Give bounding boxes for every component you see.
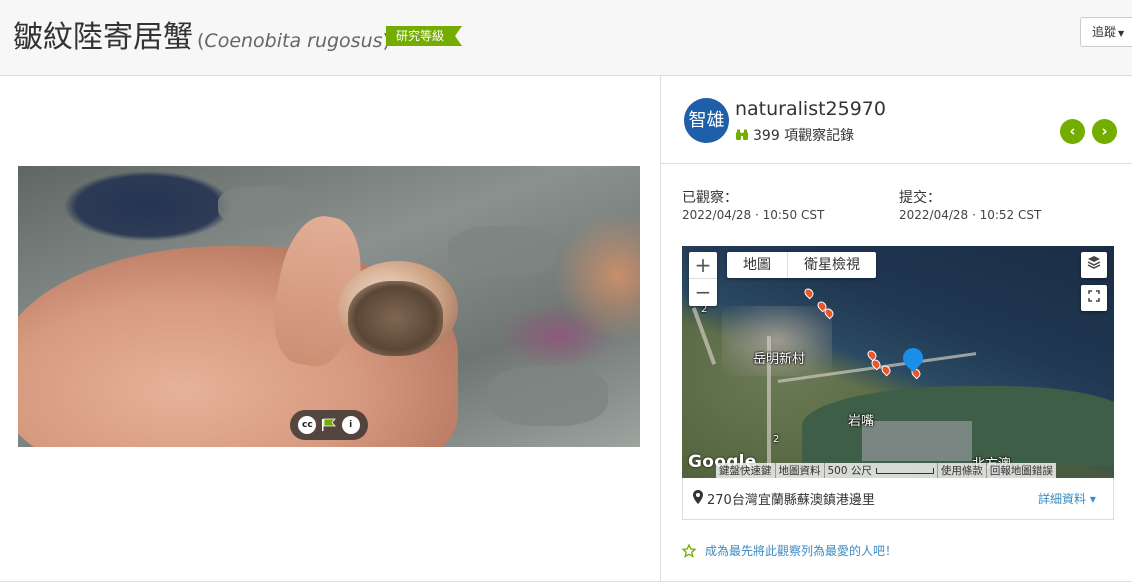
photo-rock xyxy=(488,366,608,426)
fullscreen-icon-glyph xyxy=(1088,290,1100,302)
flag-icon[interactable] xyxy=(321,418,337,432)
favorite-link[interactable]: 成為最先將此觀察列為最愛的人吧！ xyxy=(682,542,897,559)
observer-section: 智雄 naturalist25970 399 項觀察記錄 ‹ › xyxy=(661,76,1132,164)
map-pin-icon xyxy=(693,490,703,504)
keyboard-shortcuts-link[interactable]: 鍵盤快速鍵 xyxy=(716,463,776,478)
road-shield: 2 xyxy=(773,434,780,445)
scientific-name[interactable]: Coenobita rugosus xyxy=(204,30,382,52)
scale-bar xyxy=(875,468,934,474)
photo-rock xyxy=(448,226,558,276)
observer-name[interactable]: naturalist25970 xyxy=(735,98,886,120)
submitted-label: 提交： xyxy=(899,190,941,206)
layers-icon-glyph xyxy=(1087,256,1101,269)
report-map-error-link[interactable]: 回報地圖錯誤 xyxy=(987,463,1056,478)
photo-rock xyxy=(218,186,308,226)
observation-count-text: 399 項觀察記錄 xyxy=(753,128,855,144)
info-icon[interactable]: i xyxy=(341,416,360,434)
map-type-satellite-button[interactable]: 衛星檢視 xyxy=(788,252,876,278)
map-attribution: 鍵盤快速鍵 地圖資料 500 公尺 使用條款 回報地圖錯誤 xyxy=(716,463,1056,478)
fullscreen-icon[interactable] xyxy=(1081,285,1107,311)
map-type-toggle: 地圖 衛星檢視 xyxy=(727,252,876,278)
observation-photo[interactable]: cc i xyxy=(18,166,640,447)
details-panel: 智雄 naturalist25970 399 項觀察記錄 ‹ › 已觀察： 20… xyxy=(660,76,1132,582)
chevron-down-icon: ▼ xyxy=(1118,29,1125,38)
zoom-controls: + − xyxy=(689,252,717,306)
observed-date: 2022/04/28 · 10:50 CST xyxy=(682,208,825,222)
photo-crab xyxy=(348,281,443,356)
quality-grade-badge: 研究等級 xyxy=(386,26,462,46)
location-details-link[interactable]: 詳細資料 ▾ xyxy=(1038,490,1096,507)
terms-link[interactable]: 使用條款 xyxy=(938,463,987,478)
location-map[interactable]: 岳明新村 岩嘴 北方澳 2 2 + − 地圖 衛星檢視 Google 鍵盤快速鍵… xyxy=(682,246,1114,478)
location-text: 270台灣宜蘭縣蘇澳鎮港邊里 xyxy=(707,493,875,508)
layers-icon[interactable] xyxy=(1081,252,1107,278)
map-data-link[interactable]: 地圖資料 xyxy=(776,463,825,478)
follow-button[interactable]: 追蹤 ▼ xyxy=(1080,17,1132,47)
observation-count[interactable]: 399 項觀察記錄 xyxy=(735,125,854,145)
photo-panel: cc i xyxy=(0,76,660,582)
map-label-village: 岳明新村 xyxy=(753,352,806,367)
location-box: 270台灣宜蘭縣蘇澳鎮港邊里 詳細資料 ▾ xyxy=(682,478,1114,520)
avatar[interactable]: 智雄 xyxy=(684,98,729,143)
submitted-date: 2022/04/28 · 10:52 CST xyxy=(899,208,1042,222)
common-name: 皺紋陸寄居蟹 xyxy=(13,20,193,55)
scientific-name-wrapper[interactable]: (Coenobita rugosus) xyxy=(197,30,390,52)
map-type-map-button[interactable]: 地圖 xyxy=(727,252,788,278)
zoom-in-button[interactable]: + xyxy=(689,252,717,279)
chevron-right-icon[interactable]: › xyxy=(1092,119,1117,144)
map-scale[interactable]: 500 公尺 xyxy=(825,463,938,478)
observed-label: 已觀察： xyxy=(682,190,738,206)
star-icon xyxy=(682,543,696,558)
favorite-text: 成為最先將此觀察列為最愛的人吧！ xyxy=(705,544,898,558)
follow-label: 追蹤 xyxy=(1092,25,1117,39)
license-cc-icon[interactable]: cc xyxy=(298,416,317,434)
zoom-out-button[interactable]: − xyxy=(689,279,717,306)
page-header: 皺紋陸寄居蟹 (Coenobita rugosus) 研究等級 追蹤▼ xyxy=(0,0,1132,76)
binoculars-icon xyxy=(736,129,748,140)
chevron-left-icon[interactable]: ‹ xyxy=(1060,119,1085,144)
map-label-aoa: 岩嘴 xyxy=(848,414,875,429)
map-scale-text: 500 公尺 xyxy=(827,465,872,477)
taxon-title: 皺紋陸寄居蟹 (Coenobita rugosus) xyxy=(13,12,390,56)
map-harbor xyxy=(862,421,972,461)
photo-controls: cc i xyxy=(290,410,368,440)
